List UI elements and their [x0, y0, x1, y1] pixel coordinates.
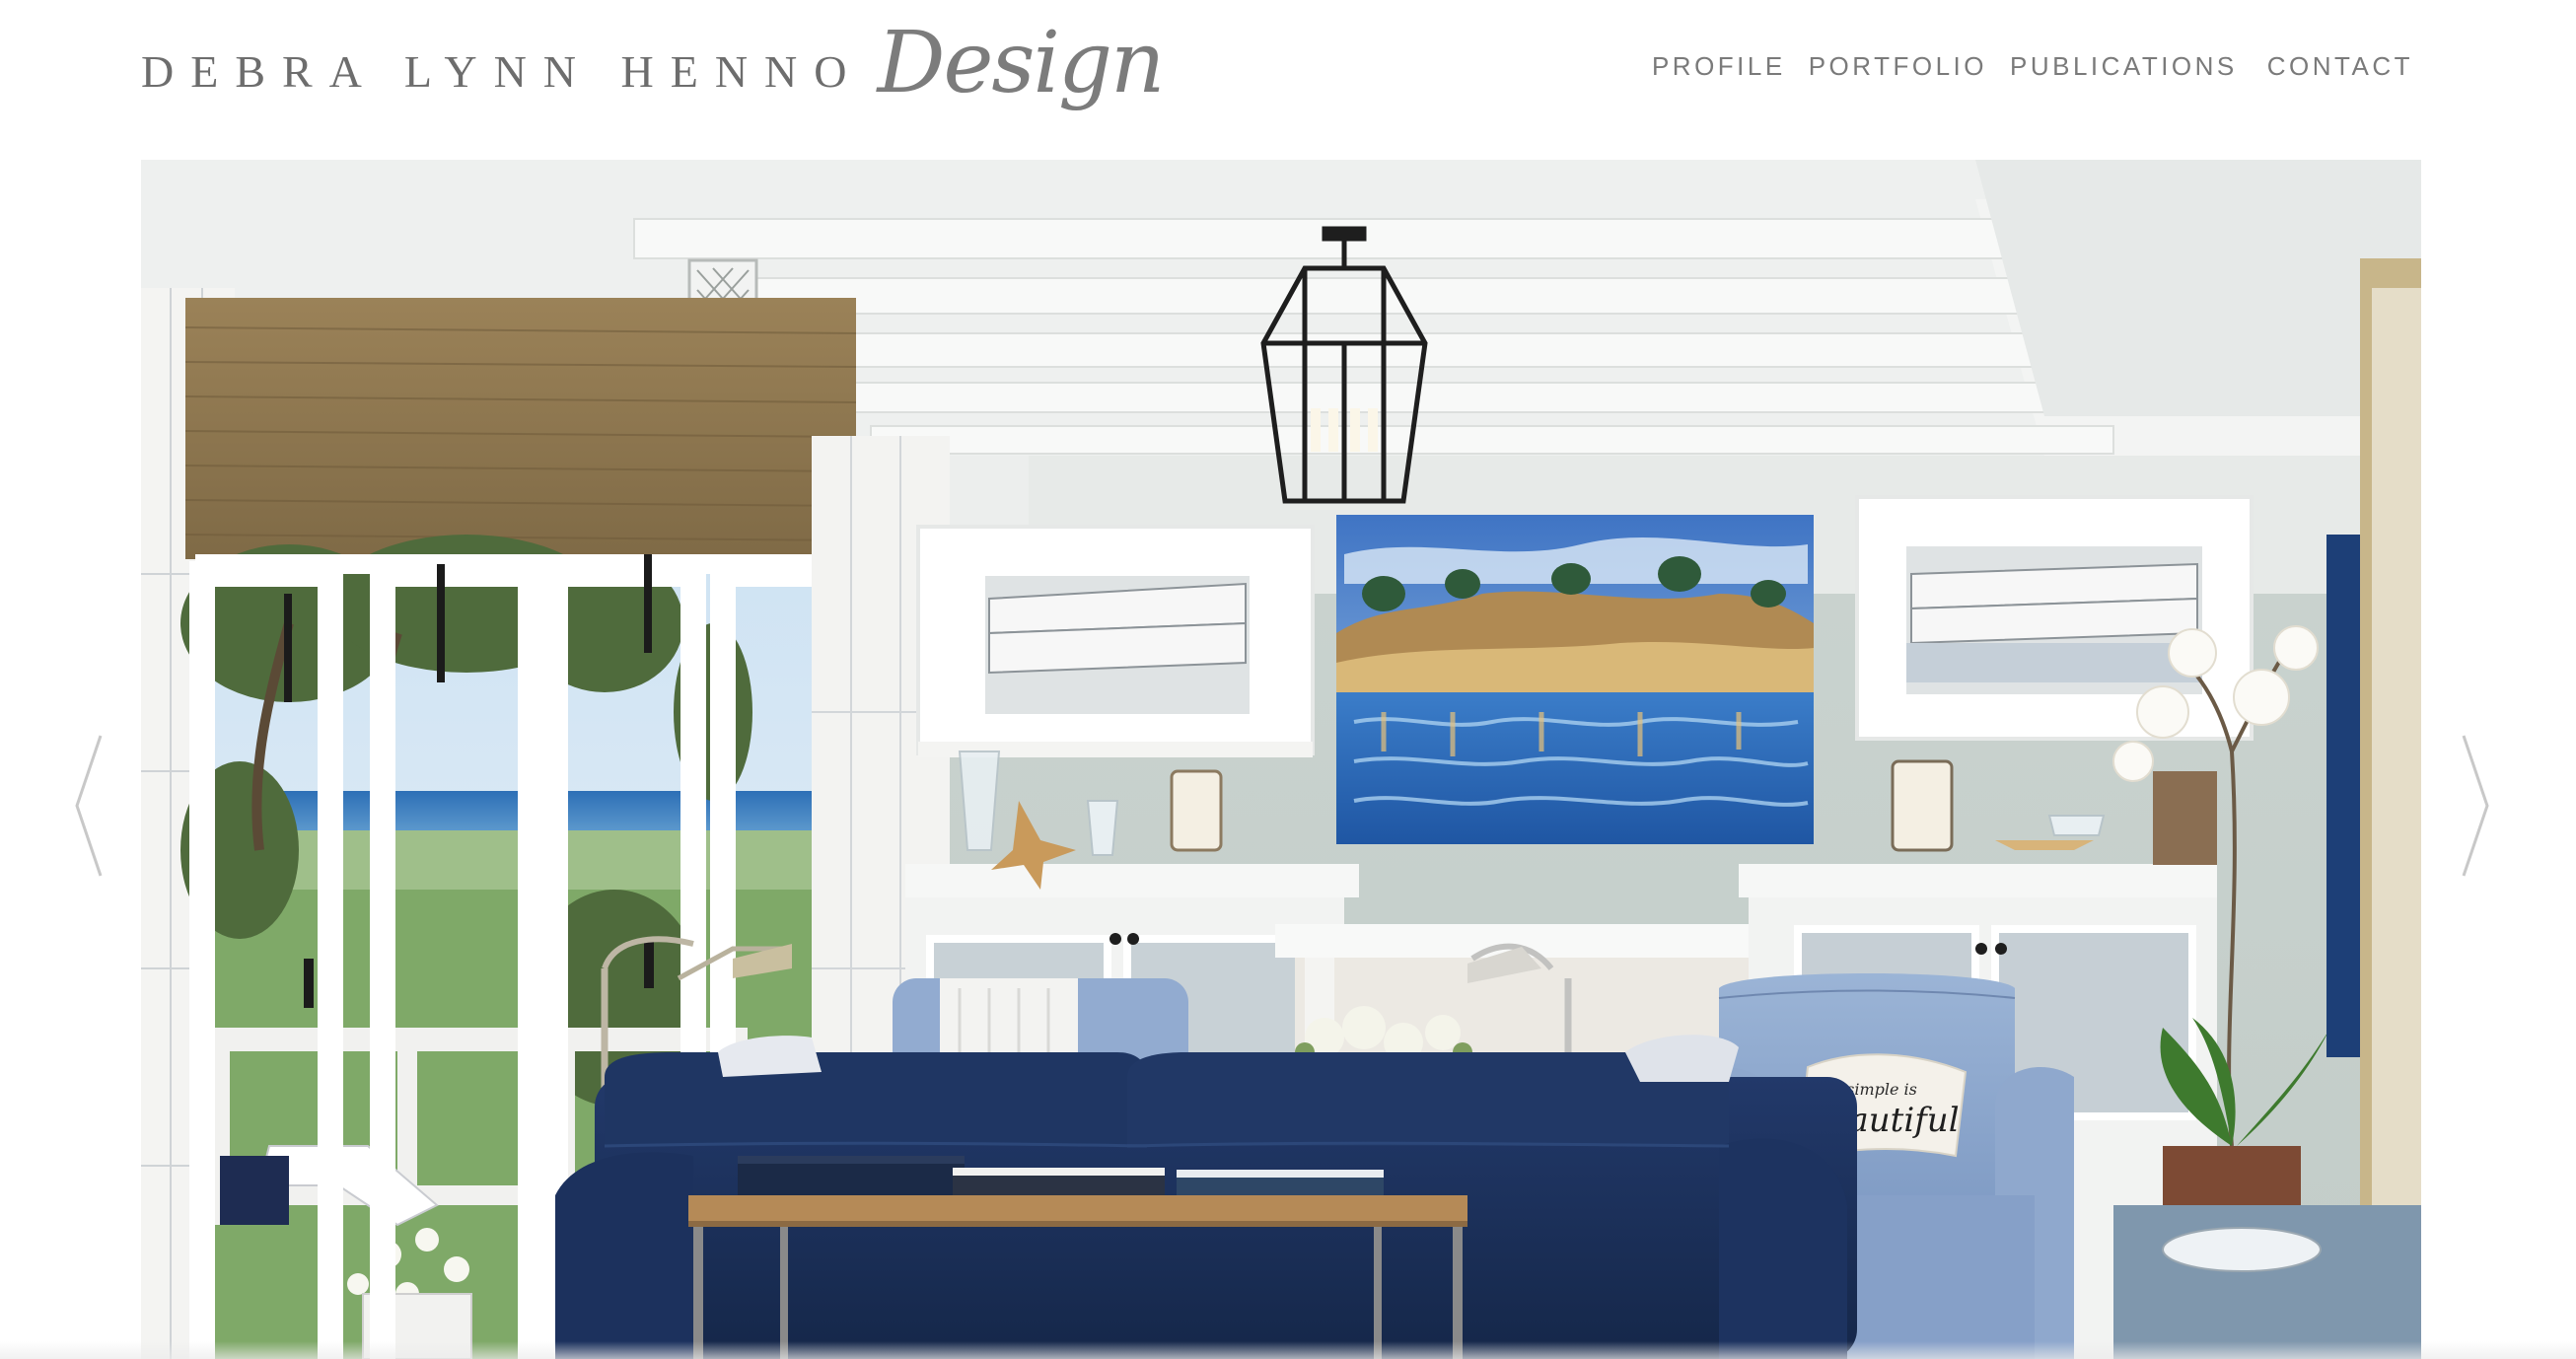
nav-contact[interactable]: CONTACT: [2267, 51, 2413, 82]
nav-portfolio[interactable]: PORTFOLIO: [1809, 51, 1987, 82]
chevron-right-icon: [2462, 735, 2489, 877]
site-header: DEBRA LYNN HENNO Design PROFILE PORTFOLI…: [0, 0, 2576, 160]
slideshow-next-button[interactable]: [2454, 732, 2493, 880]
living-room-photo: simple is Beautiful: [141, 160, 2421, 1359]
page: DEBRA LYNN HENNO Design PROFILE PORTFOLI…: [0, 0, 2576, 1359]
painting: [1336, 515, 1814, 844]
hero-slideshow-image: simple is Beautiful: [141, 160, 2421, 1359]
nav-publications[interactable]: PUBLICATIONS: [2010, 51, 2238, 82]
site-logo[interactable]: DEBRA LYNN HENNO Design: [141, 10, 1166, 133]
main-nav: PROFILE PORTFOLIO PUBLICATIONS CONTACT: [1629, 51, 2413, 82]
pillow-text-top: simple is: [1846, 1080, 1917, 1099]
nav-profile[interactable]: PROFILE: [1652, 51, 1786, 82]
logo-name: DEBRA LYNN HENNO: [141, 45, 864, 97]
logo-script: Design: [877, 13, 1166, 112]
slideshow-prev-button[interactable]: [71, 732, 110, 880]
chevron-left-icon: [75, 735, 103, 877]
